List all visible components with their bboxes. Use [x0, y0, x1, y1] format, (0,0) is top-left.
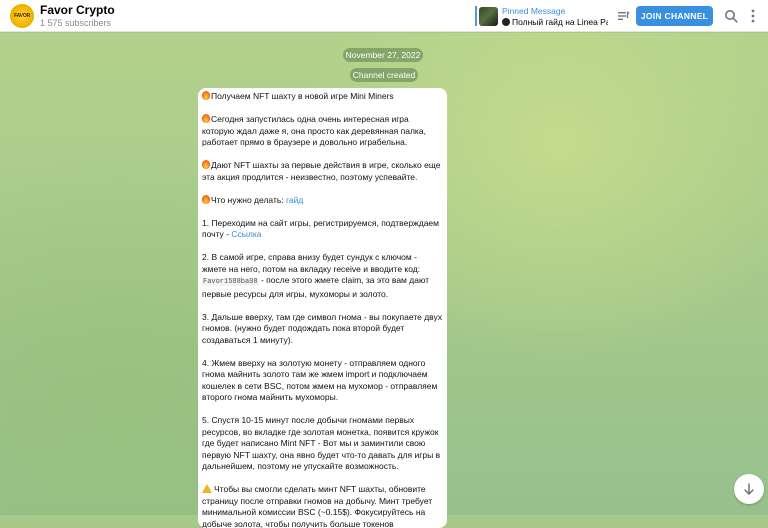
message-paragraph: 1. Переходим на сайт игры, регистрируемс… — [202, 218, 442, 241]
message-text-run: Сегодня запустилась одна очень интересна… — [202, 114, 426, 147]
message-paragraph: Сегодня запустилась одна очень интересна… — [202, 114, 442, 149]
fire-icon — [202, 114, 210, 123]
pinned-avatar-icon — [502, 18, 510, 26]
service-message: Channel created — [350, 68, 418, 82]
message-paragraph: 2. В самой игре, справа внизу будет сунд… — [202, 252, 442, 300]
message-paragraph: Чтобы вы смогли сделать минт NFT шахты, … — [202, 484, 442, 528]
warning-icon — [202, 484, 212, 493]
date-separator: November 27, 2022 — [343, 48, 423, 62]
channel-title[interactable]: Favor Crypto — [40, 3, 115, 17]
fire-icon — [202, 160, 210, 169]
message-text-run: 2. В самой игре, справа внизу будет сунд… — [202, 252, 421, 274]
message-paragraph: 4. Жмем вверху на золотую монету - отпра… — [202, 357, 438, 403]
message-text: Получаем NFT шахту в новой игре Mini Min… — [202, 91, 442, 528]
pinned-list-icon[interactable] — [617, 9, 631, 23]
arrow-down-icon — [744, 483, 754, 495]
message-paragraph: Дают NFT шахты за первые действия в игре… — [202, 160, 442, 183]
pinned-indicator-bar — [475, 6, 477, 26]
message-paragraph: Получаем NFT шахту в новой игре Mini Min… — [202, 91, 442, 103]
pinned-thumbnail[interactable] — [479, 7, 498, 26]
message-text-run: Что нужно делать: — [211, 194, 287, 205]
message-text-run: Чтобы вы смогли сделать минт NFT шахты, … — [202, 484, 433, 528]
message-paragraph: 5. Спустя 10-15 минут после добычи гнома… — [202, 415, 441, 471]
pinned-text[interactable]: Полный гайд на Linea Park — [502, 17, 608, 27]
avatar-logo-text: FAVOR — [14, 13, 30, 19]
guide-link[interactable]: гайд — [286, 195, 303, 205]
fire-icon — [202, 194, 210, 204]
game-site-link[interactable]: Ссылка — [231, 229, 261, 239]
promo-code[interactable]: Favor1588ba08 — [202, 278, 259, 286]
message-heading: Получаем NFT шахту в новой игре Mini Min… — [211, 91, 394, 101]
message-paragraph: 3. Дальше вверху, там где символ гнома -… — [202, 311, 442, 345]
pinned-text-content: Полный гайд на Linea Park — [512, 17, 608, 27]
message-text-run: Дают NFT шахты за первые действия в игре… — [202, 160, 441, 182]
join-channel-button[interactable]: JOIN CHANNEL — [636, 6, 713, 26]
pinned-label[interactable]: Pinned Message — [502, 6, 565, 16]
more-vertical-icon[interactable] — [750, 8, 756, 24]
fire-icon — [202, 91, 210, 100]
channel-avatar[interactable]: FAVOR — [10, 4, 34, 28]
chat-header: FAVOR Favor Crypto 1 575 subscribers Pin… — [0, 0, 768, 32]
subscriber-count: 1 575 subscribers — [40, 18, 112, 28]
message-bubble[interactable]: Получаем NFT шахту в новой игре Mini Min… — [198, 88, 447, 528]
scroll-to-bottom-button[interactable] — [734, 474, 764, 504]
message-paragraph: Что нужно делать: гайд — [202, 194, 442, 207]
search-icon[interactable] — [724, 9, 738, 23]
